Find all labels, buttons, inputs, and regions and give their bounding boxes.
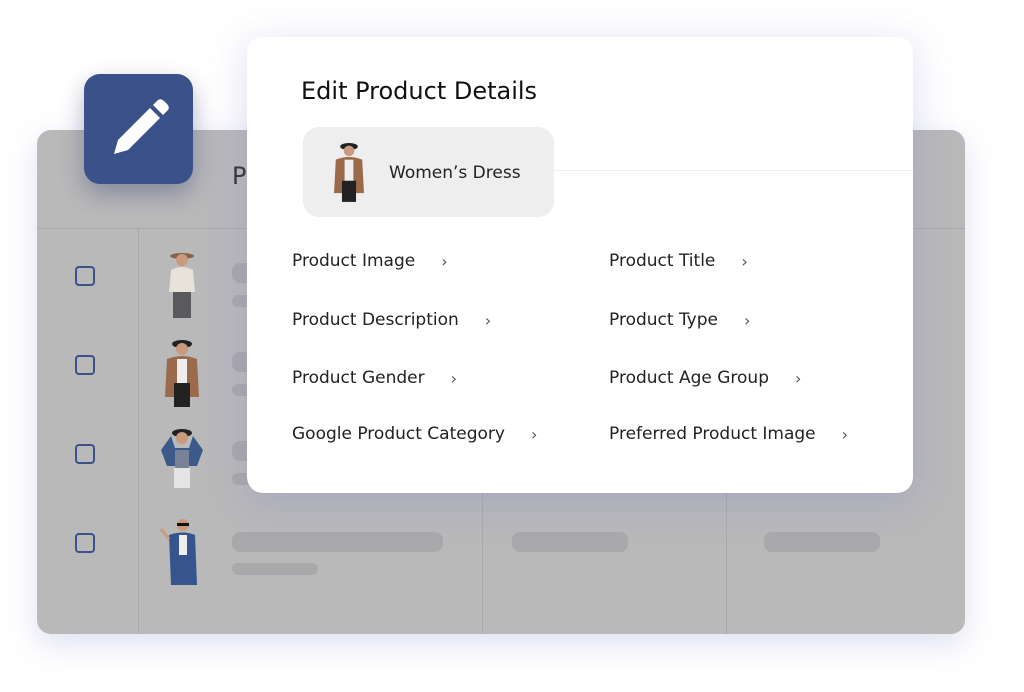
item-product-gender[interactable]: Product Gender › <box>292 368 457 388</box>
placeholder-bar <box>512 532 628 552</box>
chevron-right-icon: › <box>484 310 492 330</box>
dialog-title: Edit Product Details <box>301 77 538 105</box>
item-label: Product Description <box>292 310 459 330</box>
chevron-right-icon: › <box>530 424 538 444</box>
item-label: Preferred Product Image <box>609 424 816 444</box>
edit-product-dialog: Edit Product Details Women’s Dress Produ… <box>247 37 913 493</box>
placeholder-bar <box>232 563 318 575</box>
item-product-title[interactable]: Product Title › <box>609 251 748 271</box>
row-checkbox[interactable] <box>75 266 95 286</box>
chevron-right-icon: › <box>744 310 751 330</box>
item-label: Product Title <box>609 251 716 271</box>
chevron-right-icon: › <box>841 424 849 444</box>
chevron-right-icon: › <box>441 251 448 271</box>
product-thumbnail <box>159 519 197 585</box>
row-checkbox[interactable] <box>75 533 95 553</box>
chevron-right-icon: › <box>741 251 748 271</box>
chevron-right-icon: › <box>795 368 802 388</box>
item-label: Product Type <box>609 310 718 330</box>
selected-product-chip[interactable]: Women’s Dress <box>303 127 554 217</box>
item-product-age-group[interactable]: Product Age Group › <box>609 368 801 388</box>
item-product-type[interactable]: Product Type › <box>609 310 750 330</box>
product-name: Women’s Dress <box>389 163 521 183</box>
product-thumbnail <box>169 253 195 318</box>
edit-tile <box>84 74 193 184</box>
item-preferred-product-image[interactable]: Preferred Product Image › <box>609 424 848 444</box>
column-divider <box>138 228 139 634</box>
item-product-description[interactable]: Product Description › <box>292 310 491 330</box>
row-checkbox[interactable] <box>75 444 95 464</box>
divider <box>547 170 913 171</box>
item-label: Product Age Group <box>609 368 769 388</box>
product-thumbnail <box>334 142 364 202</box>
table-title-partial: P <box>232 162 247 190</box>
placeholder-bar <box>764 532 880 552</box>
product-thumbnail <box>165 340 199 407</box>
pencil-icon <box>113 99 169 154</box>
item-label: Product Image <box>292 251 416 271</box>
chevron-right-icon: › <box>450 368 458 388</box>
item-label: Product Gender <box>292 368 425 388</box>
item-google-product-category[interactable]: Google Product Category › <box>292 424 537 444</box>
item-label: Google Product Category <box>292 424 505 444</box>
row-checkbox[interactable] <box>75 355 95 375</box>
product-thumbnail <box>161 429 203 488</box>
placeholder-bar <box>232 532 443 552</box>
item-product-image[interactable]: Product Image › <box>292 251 448 271</box>
